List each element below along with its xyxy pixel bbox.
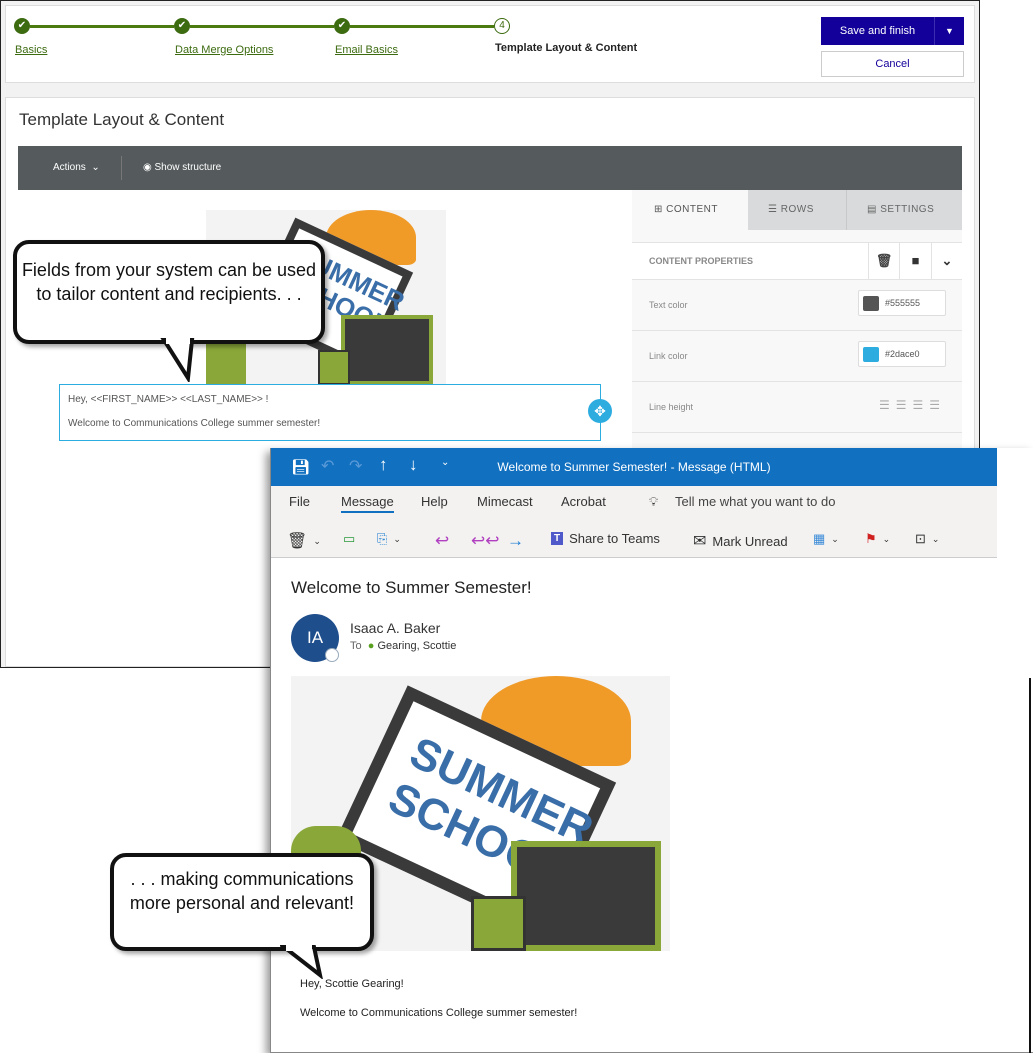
- tell-me-search[interactable]: Tell me what you want to do: [675, 494, 835, 509]
- callout-text: . . . making communications more persona…: [129, 869, 355, 913]
- title-bar: 💾︎ ↶ ↷ ↑ ↓ ⌄ Welcome to Summer Semester!…: [271, 448, 997, 486]
- welcome-line: Welcome to Communications College summer…: [68, 418, 321, 429]
- tab-label: ROWS: [780, 204, 814, 215]
- sender-name[interactable]: Isaac A. Baker: [350, 620, 440, 636]
- teams-icon: T: [551, 532, 564, 545]
- lightbulb-icon: 💡︎: [649, 494, 659, 509]
- forward-icon[interactable]: →: [507, 531, 524, 551]
- prop-label: Text color: [649, 300, 688, 310]
- callout-top-tail: [160, 336, 195, 382]
- check-circle-icon: ●: [367, 640, 375, 652]
- line-height-options[interactable]: ☰☰☰☰: [879, 398, 946, 412]
- menu-mimecast[interactable]: Mimecast: [477, 494, 533, 509]
- menu-message[interactable]: Message: [341, 494, 394, 513]
- actions-label: Actions: [53, 162, 86, 173]
- chevron-down-icon[interactable]: ⌄: [931, 243, 962, 279]
- share-teams-label: Share to Teams: [569, 531, 660, 546]
- text-color-picker[interactable]: #555555: [858, 290, 946, 316]
- trash-icon: 🗑︎: [287, 533, 308, 550]
- tab-content[interactable]: ⊞ CONTENT: [632, 190, 748, 230]
- tab-settings[interactable]: ▤ SETTINGS: [846, 190, 962, 230]
- outlook-message-window: 💾︎ ↶ ↷ ↑ ↓ ⌄ Welcome to Summer Semester!…: [270, 448, 1033, 1053]
- content-properties-header: CONTENT PROPERTIES 🗑 ■ ⌄: [632, 242, 962, 280]
- menu-file[interactable]: File: [289, 494, 310, 509]
- eye-icon: ◉: [143, 162, 152, 173]
- menu-help[interactable]: Help: [421, 494, 448, 509]
- rules-icon[interactable]: ⊡ ⌄: [915, 531, 939, 547]
- section-label: CONTENT PROPERTIES: [649, 256, 754, 266]
- mark-unread-button[interactable]: ✉ Mark Unread: [693, 531, 788, 551]
- reply-all-icon[interactable]: ↩↩: [471, 531, 500, 551]
- to-label: To: [350, 640, 362, 652]
- step-number: 4: [494, 18, 510, 34]
- step-data-merge-link[interactable]: Data Merge Options: [175, 44, 273, 56]
- save-label: Save and finish: [839, 25, 916, 37]
- show-structure-label: Show structure: [154, 162, 222, 173]
- cancel-button[interactable]: Cancel: [821, 51, 964, 77]
- message-subject: Welcome to Summer Semester!: [291, 578, 532, 597]
- text-block[interactable]: Hey, <<FIRST_NAME>> <<LAST_NAME>> ! Welc…: [59, 384, 601, 441]
- window-title: Welcome to Summer Semester! - Message (H…: [497, 460, 771, 474]
- rows-icon: ☰: [768, 204, 778, 215]
- step-basics-link[interactable]: Basics: [15, 44, 47, 56]
- move-icon[interactable]: ⎘ ⌄: [377, 531, 401, 547]
- mark-unread-label: Mark Unread: [712, 533, 788, 549]
- greeting-merge-line: Hey, <<FIRST_NAME>> <<LAST_NAME>> !: [68, 394, 269, 405]
- color-value: #2dace0: [885, 349, 920, 359]
- caret-down-icon[interactable]: ▼: [934, 17, 964, 45]
- settings-icon: ▤: [867, 204, 877, 215]
- reply-icon[interactable]: ↩: [435, 531, 449, 551]
- callout-bottom-tail: [280, 943, 323, 979]
- step-current-label: Template Layout & Content: [495, 42, 638, 54]
- prop-label: Link color: [649, 351, 688, 361]
- wizard-steps: ✔ ✔ ✔ 4 Basics Data Merge Options Email …: [5, 5, 975, 83]
- greeting-line: Hey, Scottie Gearing!: [300, 978, 404, 990]
- link-color-row: Link color #2dace0: [632, 331, 962, 382]
- presence-icon: [325, 648, 339, 662]
- properties-panel: ⊞ CONTENT ☰ ROWS ▤ SETTINGS CONTENT PROP…: [632, 190, 962, 450]
- grid-icon: ⊞: [654, 204, 663, 215]
- flag-icon[interactable]: ⚑ ⌄: [865, 531, 890, 547]
- callout-text: Fields from your system can be used to t…: [21, 260, 317, 304]
- menu-acrobat[interactable]: Acrobat: [561, 494, 606, 509]
- tab-label: CONTENT: [666, 204, 719, 215]
- callout-top: Fields from your system can be used to t…: [13, 240, 325, 344]
- show-structure-button[interactable]: ◉ Show structure: [143, 162, 221, 173]
- envelope-icon: ✉: [693, 533, 707, 550]
- callout-bottom: . . . making communications more persona…: [110, 853, 374, 951]
- delete-button[interactable]: 🗑︎ ⌄: [287, 531, 321, 551]
- page-edge-divider: [1029, 678, 1031, 1053]
- check-icon: ✔: [14, 18, 30, 34]
- duplicate-icon[interactable]: ■: [899, 243, 931, 279]
- archive-icon[interactable]: ▭: [343, 531, 355, 547]
- link-color-picker[interactable]: #2dace0: [858, 341, 946, 367]
- move-handle-icon[interactable]: ✥: [588, 399, 612, 423]
- step-email-basics-link[interactable]: Email Basics: [335, 44, 398, 56]
- page-title: Template Layout & Content: [19, 110, 225, 129]
- categorize-icon[interactable]: ▦ ⌄: [813, 531, 839, 547]
- save-and-finish-button[interactable]: Save and finish ▼: [821, 17, 964, 45]
- check-icon: ✔: [334, 18, 350, 34]
- trash-icon[interactable]: 🗑: [868, 243, 899, 279]
- prop-label: Line height: [649, 402, 694, 412]
- share-to-teams-button[interactable]: T Share to Teams: [551, 531, 660, 546]
- recipient-line: To ● Gearing, Scottie: [350, 640, 456, 652]
- line-height-row: Line height ☰☰☰☰: [632, 382, 962, 433]
- ribbon: File Message Help Mimecast Acrobat 💡︎ Te…: [271, 486, 997, 558]
- tab-rows[interactable]: ☰ ROWS: [748, 190, 846, 230]
- color-value: #555555: [885, 298, 921, 308]
- tab-label: SETTINGS: [880, 204, 935, 215]
- check-icon: ✔: [174, 18, 190, 34]
- chevron-down-icon: ⌄: [88, 162, 100, 173]
- text-color-row: Text color #555555: [632, 280, 962, 331]
- editor-toolbar: Actions ⌄ ◉ Show structure: [18, 146, 962, 190]
- actions-menu[interactable]: Actions ⌄: [53, 162, 100, 173]
- welcome-line: Welcome to Communications College summer…: [300, 1007, 578, 1019]
- recipient-name[interactable]: Gearing, Scottie: [377, 640, 456, 652]
